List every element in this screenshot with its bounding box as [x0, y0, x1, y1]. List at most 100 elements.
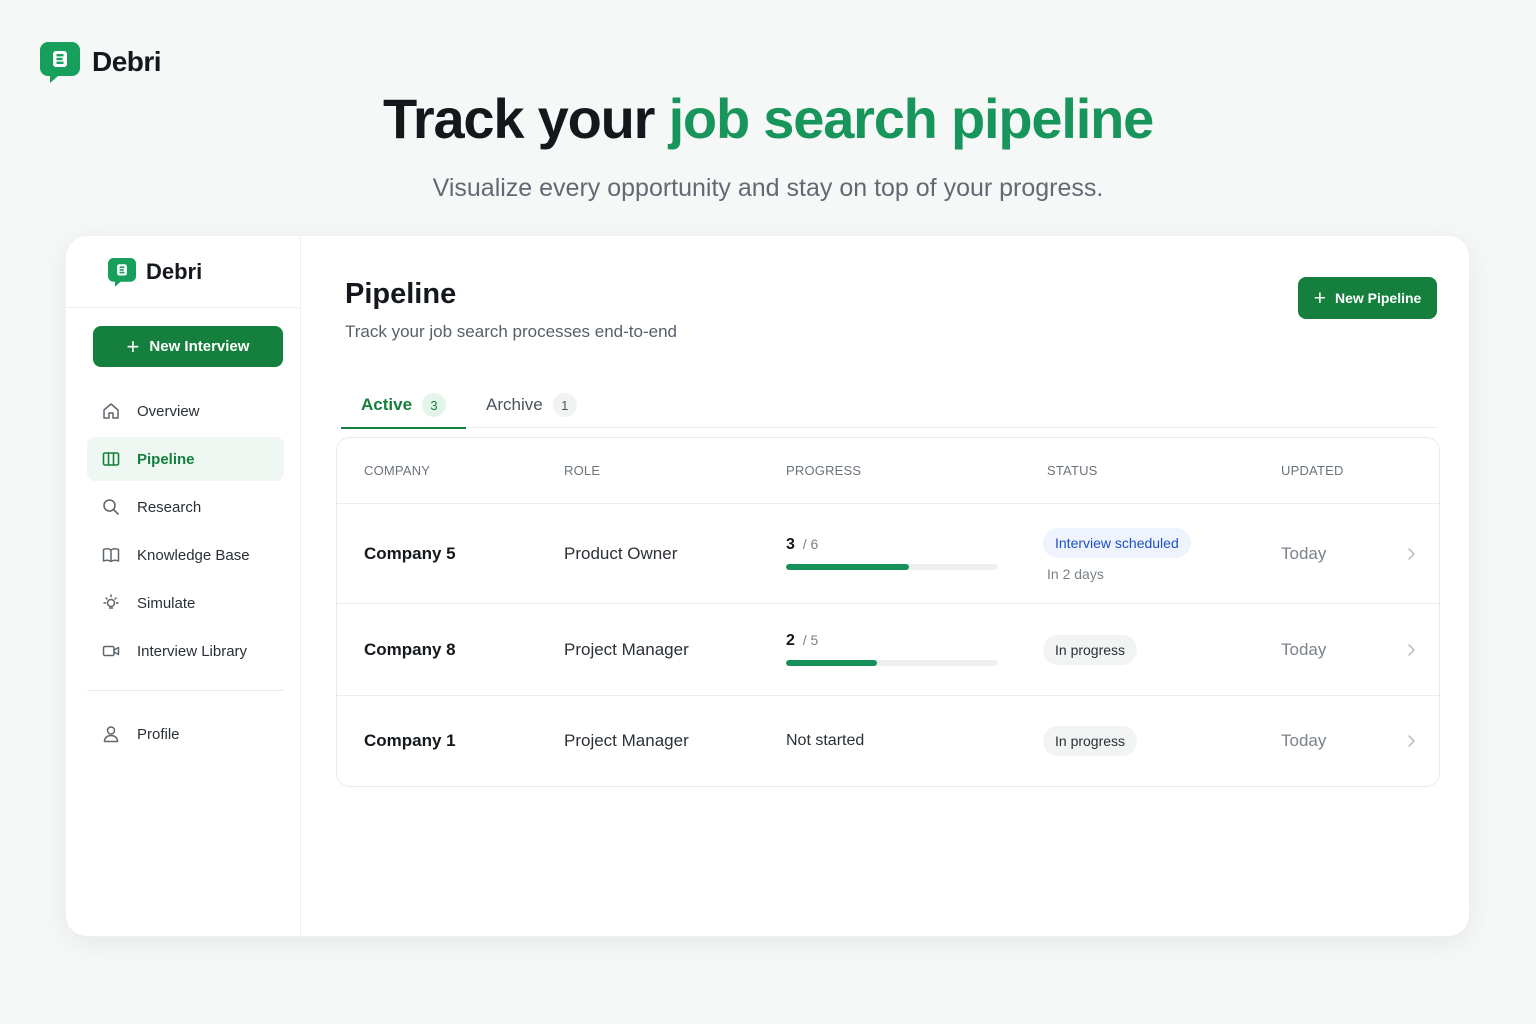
progress-bar-fill [786, 564, 909, 570]
header-status: Status [1047, 463, 1098, 478]
debri-logo-icon [108, 257, 136, 287]
status-badge: In progress [1043, 726, 1138, 756]
main-content: Pipeline Track your job search processes… [301, 236, 1469, 936]
header-progress: Progress [786, 463, 862, 478]
status-badge: Interview scheduled [1043, 528, 1191, 558]
book-icon [102, 548, 120, 563]
video-icon [102, 645, 120, 657]
hero-title: Track your job search pipeline [0, 86, 1536, 152]
progress-cell: 2 / 5 [786, 632, 998, 666]
debri-logo-icon [40, 42, 80, 83]
sidebar-item-label: Profile [137, 725, 180, 743]
header-role: Role [564, 463, 601, 478]
sidebar-item-label: Pipeline [137, 450, 195, 468]
chevron-right-icon[interactable] [1403, 504, 1419, 604]
chevron-right-icon[interactable] [1403, 696, 1419, 786]
status-cell: In progress [1043, 604, 1138, 696]
chevron-right-icon[interactable] [1403, 604, 1419, 696]
page-title: Pipeline [345, 278, 457, 310]
progress-done: 2 [786, 632, 795, 649]
company-cell: Company 1 [364, 696, 456, 786]
sidebar-item-interview-library[interactable]: Interview Library [87, 629, 284, 673]
page-logo: Debri [40, 40, 162, 84]
sidebar-nav: Overview Pipeline Research Knowledge Bas… [87, 389, 284, 677]
hero-title-main: Track your [382, 87, 655, 150]
status-cell: Interview scheduled In 2 days [1043, 528, 1191, 582]
table-header: Company Role Progress Status Updated [337, 438, 1439, 504]
sidebar-item-label: Research [137, 498, 202, 516]
new-interview-label: New Interview [149, 338, 250, 355]
role-text: Project Manager [564, 731, 689, 750]
plus-icon: + [126, 333, 140, 359]
sidebar-logo[interactable]: Debri [66, 236, 300, 308]
status-cell: In progress [1043, 696, 1138, 786]
tab-active[interactable]: Active 3 [341, 382, 467, 429]
pipeline-table: Company Role Progress Status Updated Com… [336, 437, 1440, 787]
new-pipeline-button[interactable]: + New Pipeline [1298, 277, 1437, 319]
sidebar-item-label: Simulate [137, 594, 196, 612]
progress-total: / 6 [802, 536, 819, 552]
company-cell: Company 8 [364, 604, 456, 696]
header-company: Company [364, 463, 431, 478]
sidebar-item-knowledge-base[interactable]: Knowledge Base [87, 533, 284, 577]
header-updated: Updated [1281, 463, 1344, 478]
progress-text: Not started [786, 732, 865, 749]
hero-title-accent: job search pipeline [668, 87, 1155, 150]
progress-cell: Not started [786, 696, 864, 786]
tab-label: Active [361, 395, 413, 414]
tab-count-badge: 3 [422, 393, 447, 417]
progress-cell: 3 / 6 [786, 536, 998, 570]
progress-text: 2 / 5 [786, 632, 818, 650]
sidebar: Debri + New Interview Overview Pipeline … [66, 236, 301, 936]
sidebar-item-profile[interactable]: Profile [87, 712, 284, 756]
status-badge: In progress [1043, 635, 1138, 665]
sidebar-item-label: Knowledge Base [137, 546, 250, 564]
role-cell: Product Owner [564, 504, 677, 604]
new-interview-button[interactable]: + New Interview [93, 326, 283, 367]
hero: Track your job search pipeline Visualize… [0, 86, 1536, 203]
plus-icon: + [1313, 286, 1326, 310]
company-cell: Company 5 [364, 504, 456, 604]
company-name: Company 1 [364, 731, 456, 750]
sidebar-item-pipeline[interactable]: Pipeline [87, 437, 284, 481]
sidebar-profile: Profile [87, 712, 284, 760]
sidebar-item-overview[interactable]: Overview [87, 389, 284, 433]
hero-subtitle: Visualize every opportunity and stay on … [432, 174, 1104, 202]
updated-cell: Today [1281, 696, 1326, 786]
user-icon [103, 726, 119, 743]
role-text: Product Owner [564, 544, 678, 563]
sidebar-item-simulate[interactable]: Simulate [87, 581, 284, 625]
lightbulb-icon [103, 594, 119, 609]
brand-name: Debri [92, 46, 162, 77]
new-pipeline-label: New Pipeline [1334, 290, 1422, 306]
columns-icon [102, 452, 120, 466]
progress-bar-fill [786, 660, 878, 666]
progress-done: 3 [786, 536, 795, 553]
app-window: Debri + New Interview Overview Pipeline … [65, 235, 1470, 937]
tab-count-badge: 1 [552, 393, 577, 417]
company-name: Company 5 [364, 544, 456, 563]
page-subtitle: Track your job search processes end-to-e… [345, 322, 677, 341]
tab-archive[interactable]: Archive 1 [466, 382, 597, 428]
table-row[interactable]: Company 8 Project Manager 2 / 5 In progr… [337, 604, 1439, 696]
progress-bar [786, 660, 998, 666]
pipeline-tabs: Active 3 Archive 1 [341, 382, 1437, 429]
sidebar-item-label: Overview [137, 402, 200, 420]
progress-text: 3 / 6 [786, 536, 818, 554]
sidebar-divider [87, 690, 284, 691]
updated-cell: Today [1281, 504, 1326, 604]
updated-text: Today [1281, 544, 1327, 563]
table-row[interactable]: Company 1 Project Manager Not started In… [337, 696, 1439, 786]
progress-total: / 5 [802, 632, 819, 648]
sidebar-brand-name: Debri [146, 258, 203, 284]
role-cell: Project Manager [564, 696, 689, 786]
tab-label: Archive [486, 395, 543, 414]
table-row[interactable]: Company 5 Product Owner 3 / 6 Interview … [337, 504, 1439, 604]
progress-bar [786, 564, 998, 570]
home-icon [103, 403, 119, 419]
sidebar-item-label: Interview Library [137, 642, 248, 660]
updated-text: Today [1281, 731, 1327, 750]
sidebar-item-research[interactable]: Research [87, 485, 284, 529]
updated-cell: Today [1281, 604, 1326, 696]
search-icon [103, 499, 119, 515]
